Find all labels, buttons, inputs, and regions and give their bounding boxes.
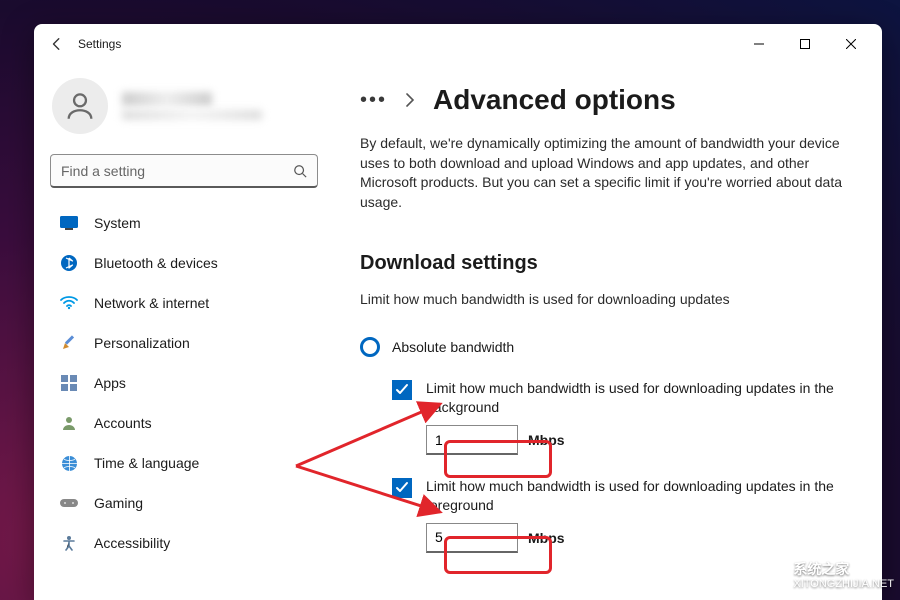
watermark: 系统之家 XITONGZHIJIA.NET <box>745 558 894 594</box>
avatar <box>52 78 108 134</box>
watermark-text-url: XITONGZHIJIA.NET <box>793 578 894 590</box>
sidebar-item-time[interactable]: Time & language <box>48 444 320 482</box>
foreground-limit-row[interactable]: Limit how much bandwidth is used for dow… <box>392 477 852 515</box>
wifi-icon <box>60 294 78 312</box>
breadcrumb-more-icon[interactable]: ••• <box>360 89 387 112</box>
sidebar-item-accounts[interactable]: Accounts <box>48 404 320 442</box>
page-title: Advanced options <box>433 84 676 116</box>
checkbox-icon <box>392 380 412 400</box>
sidebar-item-bluetooth[interactable]: Bluetooth & devices <box>48 244 320 282</box>
sidebar-item-label: Time & language <box>94 455 199 471</box>
foreground-limit-label: Limit how much bandwidth is used for dow… <box>426 477 846 515</box>
apps-icon <box>60 374 78 392</box>
sidebar-item-accessibility[interactable]: Accessibility <box>48 524 320 562</box>
system-icon <box>60 214 78 232</box>
search-icon <box>293 164 307 178</box>
nav-list: System Bluetooth & devices Network & int… <box>48 204 320 562</box>
profile-text <box>122 92 316 120</box>
watermark-text-cn: 系统之家 <box>793 562 894 577</box>
sidebar-item-label: Apps <box>94 375 126 391</box>
sidebar-item-system[interactable]: System <box>48 204 320 242</box>
sidebar-item-network[interactable]: Network & internet <box>48 284 320 322</box>
radio-label: Absolute bandwidth <box>392 339 514 355</box>
search-input[interactable] <box>61 163 293 179</box>
download-settings-sub: Limit how much bandwidth is used for dow… <box>360 291 852 307</box>
background-limit-row[interactable]: Limit how much bandwidth is used for dow… <box>392 379 852 417</box>
sidebar-item-label: Gaming <box>94 495 143 511</box>
sidebar-item-apps[interactable]: Apps <box>48 364 320 402</box>
sidebar-item-label: Accessibility <box>94 535 170 551</box>
foreground-bandwidth-input[interactable] <box>426 523 518 553</box>
personalization-icon <box>60 334 78 352</box>
close-button[interactable] <box>828 28 874 60</box>
profile-block[interactable] <box>48 72 320 148</box>
app-title: Settings <box>78 37 121 51</box>
gaming-icon <box>60 494 78 512</box>
sidebar-item-gaming[interactable]: Gaming <box>48 484 320 522</box>
background-limit-label: Limit how much bandwidth is used for dow… <box>426 379 846 417</box>
minimize-button[interactable] <box>736 28 782 60</box>
maximize-button[interactable] <box>782 28 828 60</box>
sidebar-item-label: Network & internet <box>94 295 209 311</box>
intro-text: By default, we're dynamically optimizing… <box>360 134 852 212</box>
settings-window: Settings <box>34 24 882 600</box>
radio-icon <box>360 337 380 357</box>
sidebar-item-label: Bluetooth & devices <box>94 255 218 271</box>
absolute-bandwidth-radio-row[interactable]: Absolute bandwidth <box>360 337 852 357</box>
accessibility-icon <box>60 534 78 552</box>
titlebar: Settings <box>34 24 882 64</box>
checkbox-icon <box>392 478 412 498</box>
sidebar: System Bluetooth & devices Network & int… <box>34 64 334 600</box>
breadcrumb: ••• Advanced options <box>360 84 852 116</box>
watermark-logo-icon <box>745 558 787 594</box>
bluetooth-icon <box>60 254 78 272</box>
unit-label: Mbps <box>528 530 565 546</box>
sidebar-item-label: Accounts <box>94 415 152 431</box>
clock-globe-icon <box>60 454 78 472</box>
foreground-limit-input-row: Mbps <box>426 523 852 553</box>
sidebar-item-personalization[interactable]: Personalization <box>48 324 320 362</box>
unit-label: Mbps <box>528 432 565 448</box>
accounts-icon <box>60 414 78 432</box>
sidebar-item-label: Personalization <box>94 335 190 351</box>
background-limit-input-row: Mbps <box>426 425 852 455</box>
content-pane: ••• Advanced options By default, we're d… <box>334 64 882 600</box>
sidebar-item-label: System <box>94 215 141 231</box>
chevron-right-icon <box>405 93 415 107</box>
back-icon[interactable] <box>50 37 64 51</box>
download-settings-heading: Download settings <box>360 252 852 275</box>
background-bandwidth-input[interactable] <box>426 425 518 455</box>
search-box[interactable] <box>50 154 318 188</box>
